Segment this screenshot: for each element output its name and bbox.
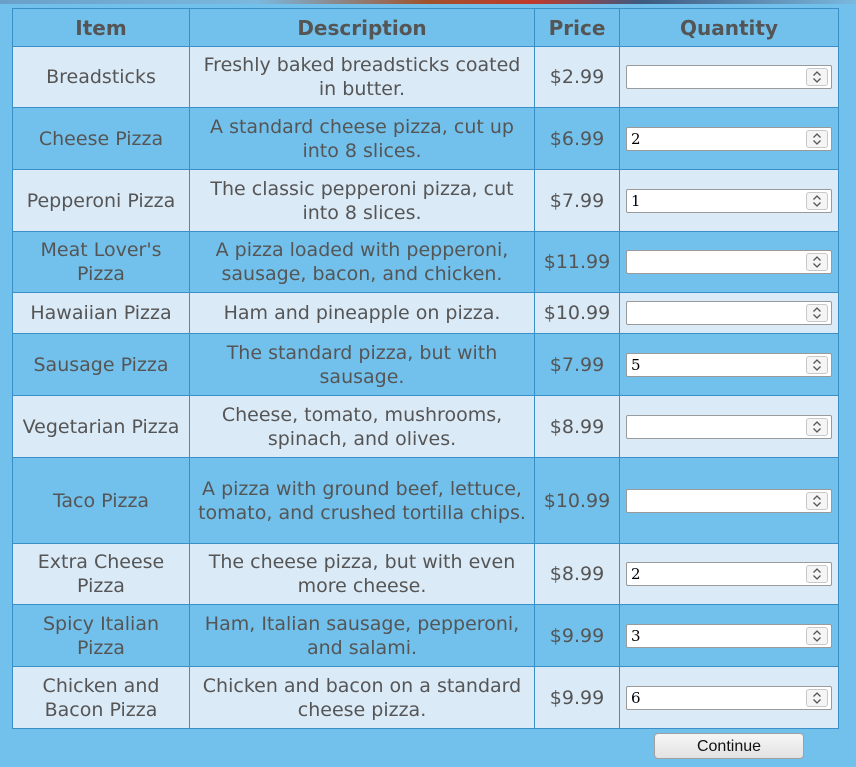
item-price: $10.99 [534,457,620,544]
quantity-cell [619,395,839,458]
spinner-icon[interactable] [806,68,828,86]
quantity-stepper[interactable] [626,250,832,274]
table-row: Taco Pizza A pizza with ground beef, lett… [12,457,839,544]
column-header-quantity: Quantity [619,8,839,47]
table-row: Extra Cheese Pizza The cheese pizza, but … [12,543,839,605]
item-price: $6.99 [534,107,620,170]
quantity-value: 2 [631,565,641,583]
item-description: The cheese pizza, but with even more che… [189,543,535,605]
column-header-description: Description [189,8,535,47]
item-description: Freshly baked breadsticks coated in butt… [189,46,535,108]
item-name: Extra Cheese Pizza [12,543,190,605]
spinner-icon[interactable] [806,129,828,148]
item-name: Cheese Pizza [12,107,190,170]
spinner-icon[interactable] [806,191,828,210]
spinner-icon[interactable] [806,565,828,583]
item-name: Chicken and Bacon Pizza [12,666,190,729]
item-name: Spicy Italian Pizza [12,604,190,667]
quantity-cell [619,231,839,293]
spinner-icon[interactable] [806,417,828,436]
item-description: The classic pepperoni pizza, cut into 8 … [189,169,535,232]
item-price: $10.99 [534,292,620,334]
item-price: $7.99 [534,333,620,396]
quantity-stepper[interactable]: 1 [626,188,832,213]
table-row: Spicy Italian Pizza Ham, Italian sausage,… [12,604,839,667]
spinner-icon[interactable] [806,253,828,271]
quantity-stepper[interactable]: 3 [626,623,832,648]
table-row: Meat Lover's Pizza A pizza loaded with pe… [12,231,839,293]
quantity-cell: 5 [619,333,839,396]
quantity-cell: 2 [619,543,839,605]
continue-button[interactable]: Continue [654,733,804,759]
table-row: Hawaiian Pizza Ham and pineapple on pizza… [12,292,839,334]
item-name: Taco Pizza [12,457,190,544]
item-price: $9.99 [534,604,620,667]
quantity-stepper[interactable] [626,301,832,325]
quantity-value: 6 [631,688,641,707]
item-name: Pepperoni Pizza [12,169,190,232]
spinner-icon[interactable] [806,304,828,322]
item-description: The standard pizza, but with sausage. [189,333,535,396]
quantity-stepper[interactable]: 5 [626,352,832,377]
quantity-stepper[interactable]: 6 [626,685,832,710]
quantity-value: 3 [631,626,641,645]
table-row: Cheese Pizza A standard cheese pizza, cut… [12,107,839,170]
table-row: Chicken and Bacon Pizza Chicken and bacon… [12,666,839,729]
item-description: Cheese, tomato, mushrooms, spinach, and … [189,395,535,458]
quantity-stepper[interactable] [626,414,832,439]
quantity-stepper[interactable] [626,488,832,513]
item-price: $2.99 [534,46,620,108]
quantity-stepper[interactable] [626,65,832,89]
table-row: Vegetarian Pizza Cheese, tomato, mushroom… [12,395,839,458]
spinner-icon[interactable] [806,626,828,645]
item-price: $7.99 [534,169,620,232]
table-header-row: Item Description Price Quantity [12,8,839,47]
spinner-icon[interactable] [806,688,828,707]
quantity-value: 5 [631,355,641,374]
item-name: Meat Lover's Pizza [12,231,190,293]
quantity-cell [619,46,839,108]
quantity-cell: 1 [619,169,839,232]
item-name: Breadsticks [12,46,190,108]
quantity-value: 1 [631,191,641,210]
item-description: A pizza loaded with pepperoni, sausage, … [189,231,535,293]
item-description: Ham and pineapple on pizza. [189,292,535,334]
item-price: $8.99 [534,543,620,605]
item-price: $9.99 [534,666,620,729]
table-row: Pepperoni Pizza The classic pepperoni piz… [12,169,839,232]
item-description: Chicken and bacon on a standard cheese p… [189,666,535,729]
quantity-stepper[interactable]: 2 [626,562,832,586]
menu-table: Item Description Price Quantity Breadsti… [12,8,839,729]
table-row: Sausage Pizza The standard pizza, but wit… [12,333,839,396]
item-price: $11.99 [534,231,620,293]
column-header-item: Item [12,8,190,47]
quantity-cell: 6 [619,666,839,729]
quantity-cell: 3 [619,604,839,667]
item-name: Hawaiian Pizza [12,292,190,334]
item-name: Sausage Pizza [12,333,190,396]
spinner-icon[interactable] [806,491,828,510]
quantity-stepper[interactable]: 2 [626,126,832,151]
quantity-cell [619,292,839,334]
item-description: A standard cheese pizza, cut up into 8 s… [189,107,535,170]
column-header-price: Price [534,8,620,47]
quantity-cell [619,457,839,544]
item-description: A pizza with ground beef, lettuce, tomat… [189,457,535,544]
table-row: Breadsticks Freshly baked breadsticks coa… [12,46,839,108]
item-description: Ham, Italian sausage, pepperoni, and sal… [189,604,535,667]
quantity-value: 2 [631,129,641,148]
item-name: Vegetarian Pizza [12,395,190,458]
spinner-icon[interactable] [806,355,828,374]
quantity-cell: 2 [619,107,839,170]
item-price: $8.99 [534,395,620,458]
